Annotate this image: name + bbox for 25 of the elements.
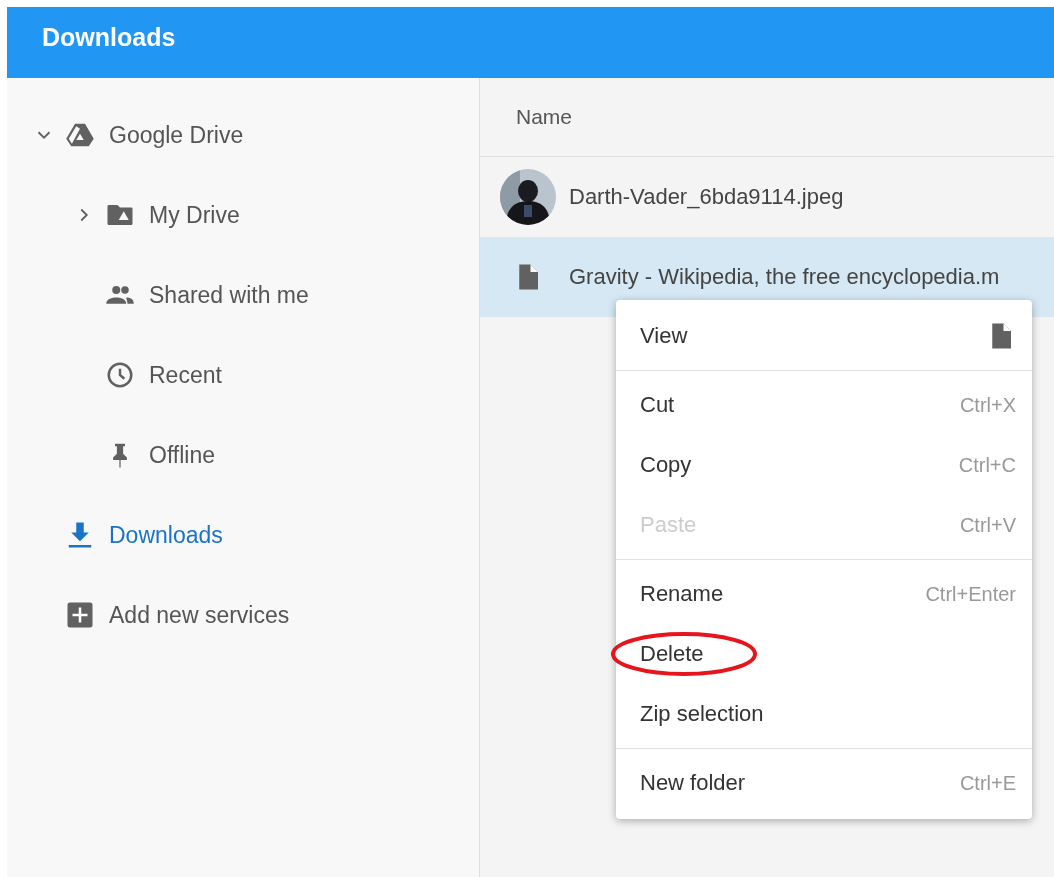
menu-item[interactable]: New folder Ctrl+E [616, 753, 1032, 813]
file-name: Gravity - Wikipedia, the free encyclopedia.m [569, 264, 1000, 290]
shortcut-label: Ctrl+E [959, 771, 1016, 795]
column-header[interactable]: Name [516, 105, 573, 129]
menu-item[interactable]: Cut Ctrl+X [616, 375, 1032, 435]
shortcut-label: Ctrl+C [958, 453, 1016, 477]
sidebar-item[interactable]: Recent [7, 335, 479, 415]
sidebar-item[interactable]: Google Drive [7, 95, 479, 175]
sidebar-item[interactable]: Downloads [7, 495, 479, 575]
file-row[interactable]: Darth-Vader_6bda9114.jpeg [480, 157, 1054, 237]
shortcut-label: Ctrl+Enter [925, 582, 1016, 606]
menu-item[interactable]: Delete [616, 624, 1032, 684]
menu-item[interactable]: Rename Ctrl+Enter [616, 564, 1032, 624]
shortcut-label: Ctrl+X [959, 393, 1016, 417]
shortcut-label: Ctrl+V [959, 513, 1016, 537]
sidebar-item[interactable]: Offline [7, 415, 479, 495]
menu-item[interactable]: Copy Ctrl+C [616, 435, 1032, 495]
window-title: Downloads [42, 23, 176, 52]
sidebar-item[interactable]: Shared with me [7, 255, 479, 335]
clock-icon [105, 360, 135, 390]
add-icon [65, 600, 95, 630]
sidebar-item[interactable]: Add new services [7, 575, 479, 655]
file-name: Darth-Vader_6bda9114.jpeg [569, 184, 844, 210]
sidebar-item[interactable]: My Drive [7, 175, 479, 255]
menu-item[interactable]: Zip selection [616, 684, 1032, 744]
